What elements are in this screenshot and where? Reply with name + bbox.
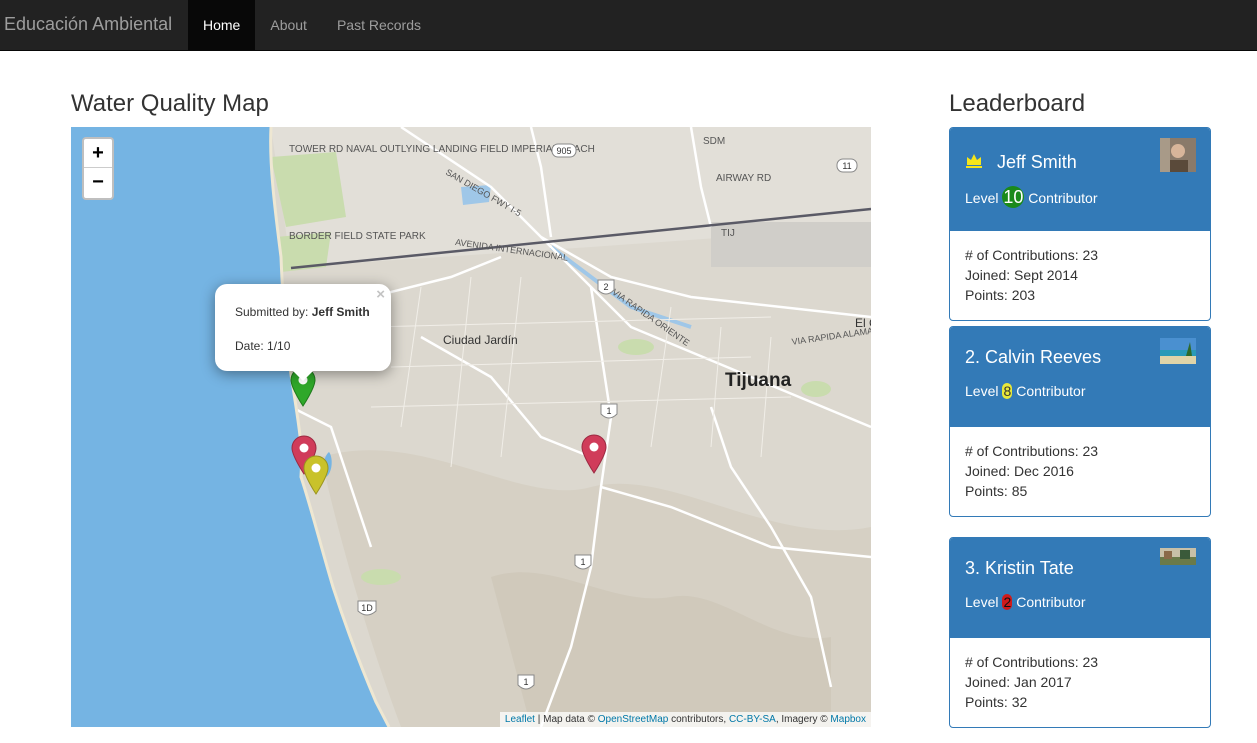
level-badge: 10 [1002, 186, 1025, 208]
svg-text:1D: 1D [361, 603, 373, 613]
popup-close-icon[interactable]: × [376, 286, 385, 303]
svg-text:1: 1 [580, 557, 585, 567]
contributor-name: 2. Calvin Reeves [965, 347, 1102, 367]
svg-text:11: 11 [842, 161, 851, 171]
level-suffix: Contributor [1016, 594, 1086, 610]
leaderboard-card-1: Jeff Smith Level 10 Contributor # of Con… [949, 127, 1211, 321]
mapbox-link[interactable]: Mapbox [830, 714, 866, 725]
avatar [1160, 338, 1196, 364]
card-header: 2. Calvin Reeves Level 8 Contributor [950, 327, 1210, 427]
leaderboard-title: Leaderboard [949, 90, 1086, 117]
shield-1b: 1 [574, 554, 592, 570]
shield-1c: 1 [517, 674, 535, 690]
nav-item-past-records[interactable]: Past Records [322, 0, 436, 50]
zoom-out-button[interactable]: − [84, 168, 112, 197]
card-body: # of Contributions: 23 Joined: Sept 2014… [965, 245, 1098, 305]
shield-11: 11 [836, 158, 858, 173]
points: Points: 32 [965, 694, 1028, 710]
cc-link[interactable]: CC-BY-SA [729, 714, 776, 725]
top-navbar: Educación Ambiental Home About Past Reco… [0, 0, 1257, 51]
popup-submitted-name: Jeff Smith [311, 305, 370, 319]
map-marker-yellow[interactable] [303, 455, 329, 495]
contributor-level: Level 8 Contributor [965, 383, 1086, 399]
contributions-count: # of Contributions: 23 [965, 443, 1099, 459]
map-attribution: Leaflet | Map data © OpenStreetMap contr… [499, 712, 871, 727]
attrib-text-1: | Map data © [534, 714, 598, 725]
zoom-control: + − [82, 137, 114, 200]
popup-submitted: Submitted by: Jeff Smith [235, 305, 370, 319]
level-badge: 2 [1002, 594, 1013, 610]
contributions-count: # of Contributions: 23 [965, 247, 1099, 263]
nav-item-about[interactable]: About [255, 0, 322, 50]
shield-2: 2 [597, 279, 615, 295]
nav-item-home[interactable]: Home [188, 0, 256, 50]
joined-date: Joined: Dec 2016 [965, 463, 1074, 479]
crown-icon [966, 154, 982, 168]
contributor-level: Level 2 Contributor [965, 594, 1086, 610]
avatar [1160, 138, 1196, 172]
water-quality-map[interactable]: Tower RD Naval Outlying Landing Field Im… [71, 127, 871, 727]
card-header: 3. Kristin Tate Level 2 Contributor [950, 538, 1210, 638]
marker-popup: × Submitted by: Jeff Smith Date: 1/10 [215, 284, 391, 371]
osm-link[interactable]: OpenStreetMap [598, 714, 669, 725]
card-body: # of Contributions: 23 Joined: Jan 2017 … [965, 652, 1098, 712]
joined-date: Joined: Jan 2017 [965, 674, 1072, 690]
contributor-name: Jeff Smith [997, 152, 1077, 172]
card-header: Jeff Smith Level 10 Contributor [950, 128, 1210, 231]
route-shields: 905 11 2 1 1 1 1D [357, 143, 858, 690]
svg-text:2: 2 [603, 282, 608, 292]
level-prefix: Level [965, 190, 999, 206]
contributor-level: Level 10 Contributor [965, 186, 1098, 208]
card-name-row: Jeff Smith [965, 151, 1077, 173]
leaderboard-card-3: 3. Kristin Tate Level 2 Contributor # of… [949, 537, 1211, 728]
shield-905: 905 [551, 143, 577, 158]
map-marker-red-inland[interactable] [581, 434, 607, 474]
level-prefix: Level [965, 383, 999, 399]
popup-date: Date: 1/10 [235, 339, 291, 353]
points: Points: 85 [965, 483, 1028, 499]
points: Points: 203 [965, 287, 1036, 303]
card-body: # of Contributions: 23 Joined: Dec 2016 … [965, 441, 1098, 501]
attrib-text-3: , Imagery © [775, 714, 831, 725]
leaderboard-card-2: 2. Calvin Reeves Level 8 Contributor # o… [949, 326, 1211, 517]
popup-tip [292, 370, 314, 381]
leaflet-link[interactable]: Leaflet [505, 714, 535, 725]
svg-text:1: 1 [523, 677, 528, 687]
attrib-text-2: contributors, [668, 714, 729, 725]
popup-submitted-label: Submitted by: [235, 305, 309, 319]
joined-date: Joined: Sept 2014 [965, 267, 1078, 283]
contributions-count: # of Contributions: 23 [965, 654, 1099, 670]
level-suffix: Contributor [1016, 383, 1086, 399]
brand-link[interactable]: Educación Ambiental [4, 14, 172, 35]
level-suffix: Contributor [1028, 190, 1098, 206]
svg-text:1: 1 [606, 406, 611, 416]
avatar [1160, 548, 1196, 565]
shield-1a: 1 [600, 403, 618, 419]
shield-1d: 1D [357, 600, 377, 616]
contributor-name: 3. Kristin Tate [965, 558, 1074, 578]
nav-menu: Home About Past Records [188, 0, 436, 50]
svg-text:905: 905 [556, 146, 571, 156]
map-title: Water Quality Map [71, 90, 269, 117]
level-prefix: Level [965, 594, 999, 610]
level-badge: 8 [1002, 383, 1013, 399]
zoom-in-button[interactable]: + [84, 139, 112, 168]
